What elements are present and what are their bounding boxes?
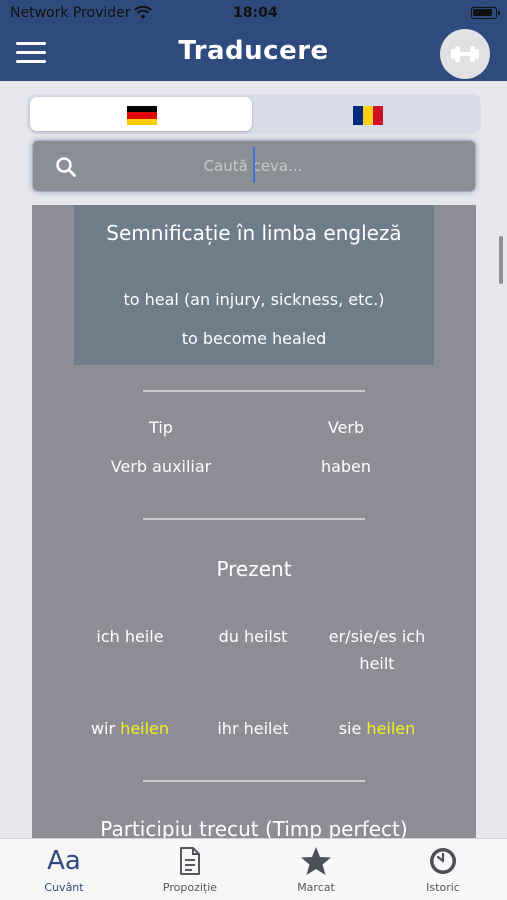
tab-bar: Aa Cuvânt Propoziție Marcat Istoric (0, 838, 507, 900)
dumbbell-icon (451, 46, 479, 62)
conjugation-cell: sie heilen (338, 719, 416, 738)
meaning-item: to heal (an injury, sickness, etc.) (123, 290, 385, 309)
germany-flag-icon (127, 106, 157, 125)
search-icon (55, 156, 77, 182)
romania-flag-icon (353, 106, 383, 125)
tab-label: Istoric (426, 881, 460, 894)
document-icon (127, 845, 253, 877)
conjugation-cell: er/sie/es ich heilt (328, 627, 426, 673)
text-cursor (253, 147, 255, 183)
clock-icon (380, 845, 506, 877)
tab-label: Cuvânt (44, 881, 84, 894)
battery-icon (471, 7, 500, 19)
auxiliary-verb-label: Verb auxiliar (110, 457, 212, 476)
auxiliary-verb-value: haben (320, 457, 372, 476)
meaning-item: to become healed (181, 329, 327, 348)
divider (143, 518, 365, 520)
language-option-german[interactable] (30, 97, 252, 131)
tab-sentence[interactable]: Propoziție (127, 839, 253, 900)
tab-history[interactable]: Istoric (380, 839, 506, 900)
language-option-romanian[interactable] (256, 97, 478, 131)
carrier-name: Network Provider (10, 5, 131, 21)
english-meaning-box: Semnificație în limba engleză to heal (a… (74, 205, 434, 365)
type-label: Tip (149, 418, 173, 437)
status-bar: Network Provider 18:04 (0, 0, 507, 26)
status-time: 18:04 (233, 5, 278, 21)
wifi-icon (134, 5, 152, 24)
scrollbar[interactable] (499, 236, 503, 284)
page-title: Traducere (178, 36, 329, 66)
conjugation-cell: du heilst (218, 627, 288, 646)
present-tense-title: Prezent (216, 557, 292, 581)
nav-bar: Traducere (0, 26, 507, 81)
language-toggle (27, 94, 481, 134)
divider (143, 780, 365, 782)
conjugation-cell: ich heile (96, 627, 164, 646)
tab-word[interactable]: Aa Cuvânt (1, 839, 127, 900)
word-details-card: Semnificație în limba engleză to heal (a… (32, 205, 476, 845)
tab-bookmarked[interactable]: Marcat (253, 839, 379, 900)
practice-button[interactable] (440, 29, 490, 79)
star-icon (253, 845, 379, 877)
meaning-title: Semnificație în limba engleză (106, 221, 402, 245)
tab-label: Propoziție (162, 881, 218, 894)
conjugation-cell: wir heilen (90, 719, 170, 738)
type-value: Verb (327, 418, 365, 437)
font-size-icon: Aa (47, 846, 81, 876)
divider (143, 390, 365, 392)
conjugation-cell: ihr heilet (217, 719, 289, 738)
tab-label: Marcat (297, 881, 335, 894)
